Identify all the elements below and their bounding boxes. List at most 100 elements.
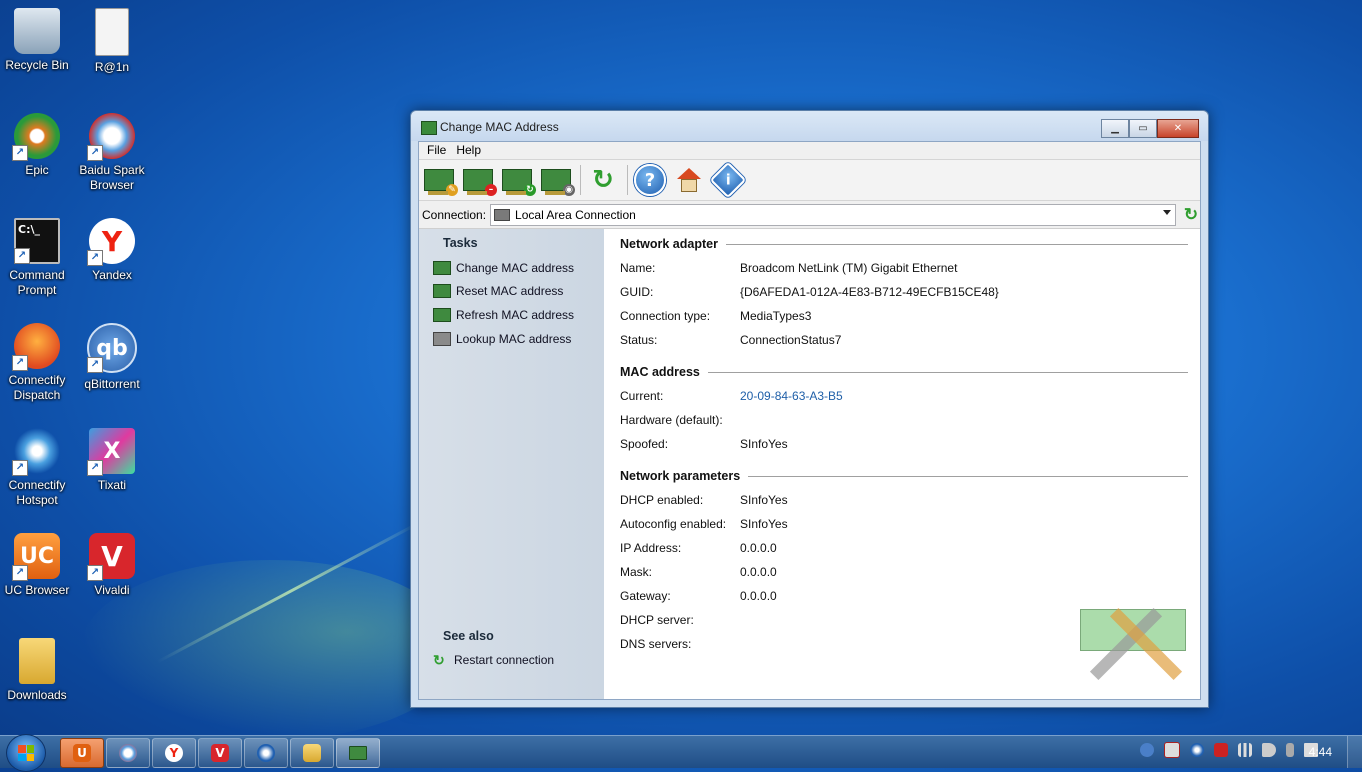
desktop-icon-label: Tixati <box>97 478 127 492</box>
toolbar-help-button[interactable]: ? <box>633 163 667 197</box>
detail-row-spoofed: Spoofed: SInfoYes <box>620 437 788 451</box>
desktop-icon-downloads[interactable]: Downloads <box>0 638 74 703</box>
task-change-mac-address[interactable]: Change MAC address <box>433 261 574 275</box>
task-label: Change MAC address <box>456 261 575 275</box>
toolbar-info-button[interactable]: i <box>709 161 747 199</box>
section-title: Network adapter <box>620 237 718 251</box>
taskbar: U Y V 4:44 <box>0 734 1362 772</box>
close-icon: ✕ <box>1173 123 1183 134</box>
detail-row-dhcp-enabled: DHCP enabled: SInfoYes <box>620 493 788 507</box>
task-label: Lookup MAC address <box>456 332 572 346</box>
shortcut-arrow-icon: ↗ <box>12 460 28 476</box>
toolbar-separator <box>627 165 628 195</box>
desktop-icon-label: Epic <box>25 163 49 177</box>
maximize-button[interactable]: ▭ <box>1129 119 1157 138</box>
detail-row-mask: Mask: 0.0.0.0 <box>620 565 777 579</box>
window-title: Change MAC Address <box>440 120 559 134</box>
security-tray-icon[interactable] <box>1214 743 1228 757</box>
desktop-icon-yandex[interactable]: Y ↗ Yandex <box>75 218 149 283</box>
toolbar-refresh-mac-button[interactable]: ↻ <box>500 163 536 197</box>
detail-row-ip-address: IP Address: 0.0.0.0 <box>620 541 777 555</box>
volume-icon[interactable] <box>1262 743 1276 757</box>
info-icon: i <box>709 161 747 199</box>
app-network-card-icon <box>349 746 367 760</box>
desktop-icon-qbittorrent[interactable]: qb ↗ qBittorrent <box>75 323 149 392</box>
network-connection-icon <box>494 209 511 221</box>
system-tray <box>1130 742 1318 758</box>
shortcut-arrow-icon: ↗ <box>14 248 30 264</box>
yandex-icon: Y ↗ <box>87 218 135 266</box>
see-also-title: See also <box>443 629 494 643</box>
window-client: File Help ✎ – ↻ ◉ ↻ ? i Connection: Loca… <box>418 141 1201 700</box>
section-network-adapter: Network adapter <box>620 237 1188 251</box>
change-mac-window: Change MAC Address ▁ ▭ ✕ File Help ✎ – ↻… <box>410 110 1209 708</box>
task-restart-connection[interactable]: ↻ Restart connection <box>433 653 554 667</box>
taskbar-vivaldi[interactable]: V <box>198 738 242 768</box>
windows-logo-icon <box>18 745 34 761</box>
toolbar-change-mac-button[interactable]: ✎ <box>422 163 458 197</box>
menu-help[interactable]: Help <box>451 142 486 159</box>
desktop-icon-label: UC Browser <box>4 583 70 597</box>
browser-tray-icon[interactable] <box>1190 743 1204 757</box>
desktop-icon-label: Connectify Dispatch <box>8 373 66 402</box>
power-icon[interactable] <box>1286 743 1294 757</box>
action-center-icon[interactable] <box>1164 742 1180 758</box>
clock[interactable]: 4:44 <box>1309 745 1332 759</box>
taskbar-baidu-spark[interactable] <box>106 738 150 768</box>
section-network-parameters: Network parameters <box>620 469 1188 483</box>
desktop-icon-label: Connectify Hotspot <box>8 478 66 507</box>
taskbar-explorer[interactable] <box>290 738 334 768</box>
detail-row-name: Name: Broadcom NetLink (TM) Gigabit Ether… <box>620 261 958 275</box>
start-button[interactable] <box>6 734 46 772</box>
detail-row-current-mac: Current: 20-09-84-63-A3-B5 <box>620 389 843 403</box>
desktop-icon-label: qBittorrent <box>84 377 140 391</box>
shortcut-arrow-icon: ↗ <box>87 565 103 581</box>
tasks-panel: Tasks Change MAC address Reset MAC addre… <box>419 229 604 699</box>
minimize-button[interactable]: ▁ <box>1101 119 1129 138</box>
toolbar-home-button[interactable] <box>672 163 706 197</box>
toolbar-lookup-mac-button[interactable]: ◉ <box>539 163 575 197</box>
connection-select[interactable]: Local Area Connection <box>490 204 1177 226</box>
desktop-icon-vivaldi[interactable]: V ↗ Vivaldi <box>75 533 149 598</box>
toolbar-restart-connection-button[interactable]: ↻ <box>586 163 620 197</box>
desktop-icon-command-prompt[interactable]: C:\_ ↗ Command Prompt <box>0 218 74 298</box>
desktop-icon-label: Baidu Spark Browser <box>79 163 145 192</box>
change-mac-icon: ✎ <box>424 169 458 196</box>
desktop-icon-file[interactable]: R@1n <box>75 8 149 75</box>
close-button[interactable]: ✕ <box>1157 119 1199 138</box>
desktop-icon-epic[interactable]: ↗ Epic <box>0 113 74 178</box>
current-mac-link[interactable]: 20-09-84-63-A3-B5 <box>740 389 843 403</box>
task-label: Restart connection <box>454 653 555 667</box>
desktop-icon-connectify-hotspot[interactable]: ↗ Connectify Hotspot <box>0 428 74 508</box>
detail-row-status: Status: ConnectionStatus7 <box>620 333 842 347</box>
toolbar-reset-mac-button[interactable]: – <box>461 163 497 197</box>
restart-connection-icon: ↻ <box>433 652 445 668</box>
desktop-icon-recycle-bin[interactable]: Recycle Bin <box>0 8 74 73</box>
section-title: Network parameters <box>620 469 741 483</box>
task-reset-mac-address[interactable]: Reset MAC address <box>433 284 563 298</box>
qbittorrent-tray-icon[interactable] <box>1140 743 1154 757</box>
signal-strength-icon[interactable] <box>1238 743 1252 757</box>
command-prompt-icon: C:\_ ↗ <box>14 218 60 264</box>
lookup-mac-icon: ◉ <box>541 169 575 196</box>
desktop-icon-tixati[interactable]: X ↗ Tixati <box>75 428 149 493</box>
menu-file[interactable]: File <box>422 142 451 159</box>
refresh-mac-icon: ↻ <box>502 169 536 196</box>
title-bar[interactable]: Change MAC Address ▁ ▭ ✕ <box>411 111 1208 141</box>
network-card-tools-illustration <box>1080 589 1190 689</box>
taskbar-change-mac-address[interactable] <box>336 738 380 768</box>
taskbar-browser[interactable] <box>244 738 288 768</box>
shortcut-arrow-icon: ↗ <box>87 357 103 373</box>
task-refresh-mac-address[interactable]: Refresh MAC address <box>433 308 574 322</box>
taskbar-yandex[interactable]: Y <box>152 738 196 768</box>
desktop-icon-connectify-dispatch[interactable]: ↗ Connectify Dispatch <box>0 323 74 403</box>
desktop-icon-baidu-spark[interactable]: ↗ Baidu Spark Browser <box>75 113 149 193</box>
desktop-icon-label: R@1n <box>94 60 130 74</box>
minimize-icon: ▁ <box>1111 123 1119 134</box>
task-lookup-mac-address[interactable]: Lookup MAC address <box>433 332 571 346</box>
desktop-icon-uc-browser[interactable]: UC ↗ UC Browser <box>0 533 74 598</box>
refresh-connections-button[interactable]: ↻ <box>1182 206 1200 224</box>
taskbar-uc-browser[interactable]: U <box>60 738 104 768</box>
baidu-spark-icon: ↗ <box>87 113 135 161</box>
show-desktop-button[interactable] <box>1347 736 1362 768</box>
